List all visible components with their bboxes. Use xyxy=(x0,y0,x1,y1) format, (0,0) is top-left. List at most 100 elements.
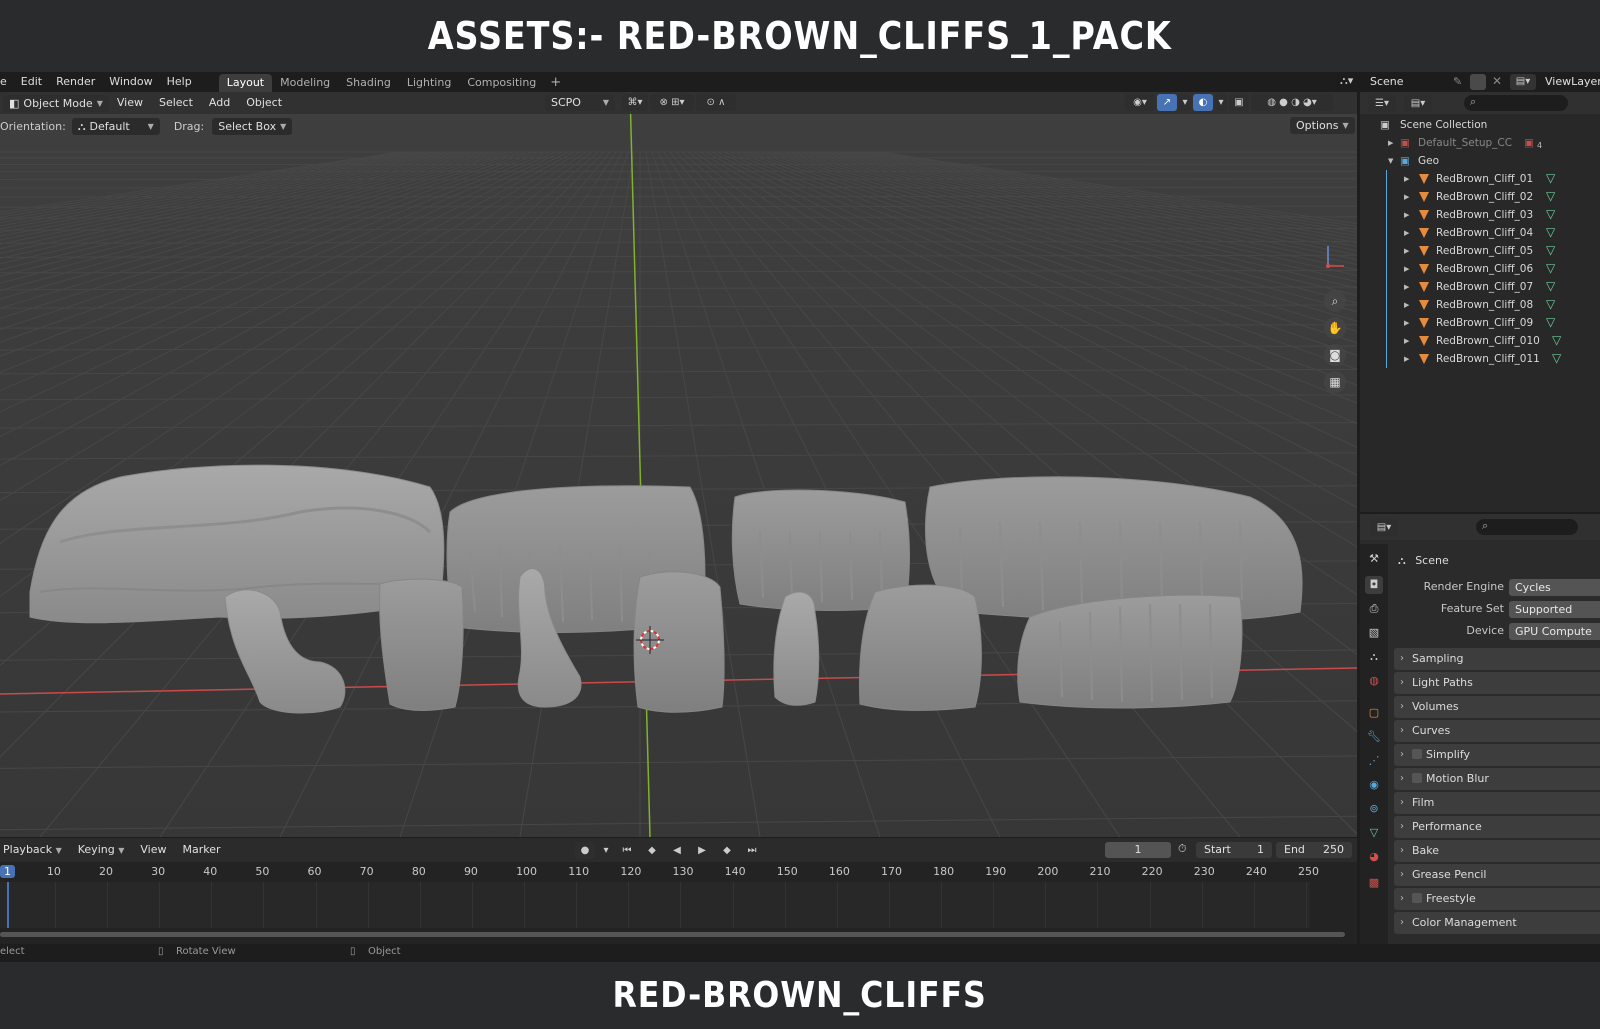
default-setup-collection-row[interactable]: ▶ ▣ Default_Setup_CC ▣ 4 xyxy=(1360,134,1600,152)
viewport-menu-select[interactable]: Select xyxy=(151,92,201,114)
panel-color-management[interactable]: › Color Management xyxy=(1394,912,1600,934)
mesh-data-icon[interactable]: ▽ xyxy=(1546,223,1555,241)
device-dropdown[interactable]: GPU Compute xyxy=(1509,623,1600,640)
outliner-object-row[interactable]: ▶ RedBrown_Cliff_03 ▽ xyxy=(1360,206,1600,224)
current-frame-field[interactable]: 1 xyxy=(1105,842,1171,858)
start-frame-field[interactable]: Start 1 xyxy=(1196,842,1272,858)
outliner-object-row[interactable]: ▶ RedBrown_Cliff_01 ▽ xyxy=(1360,170,1600,188)
tab-lighting[interactable]: Lighting xyxy=(399,74,459,92)
camera-icon[interactable]: ◙ xyxy=(1324,344,1346,366)
panel-bake[interactable]: › Bake xyxy=(1394,840,1600,862)
tab-compositing[interactable]: Compositing xyxy=(459,74,544,92)
mesh-data-icon[interactable]: ▽ xyxy=(1546,205,1555,223)
timeline-marker-menu[interactable]: Marker xyxy=(174,839,228,861)
tool-icon[interactable]: ⚒ xyxy=(1365,550,1383,568)
panel-film[interactable]: › Film xyxy=(1394,792,1600,814)
tab-shading[interactable]: Shading xyxy=(338,74,399,92)
feature-set-dropdown[interactable]: Supported xyxy=(1509,601,1600,618)
record-icon[interactable]: ● xyxy=(575,842,595,859)
object-icon[interactable]: ▢ xyxy=(1365,704,1383,722)
render-engine-dropdown[interactable]: Cycles xyxy=(1509,579,1600,596)
mesh-data-icon[interactable]: ▽ xyxy=(1546,259,1555,277)
timeline-scrollbar[interactable] xyxy=(0,932,1345,937)
pivot-icon[interactable]: ⌘▾ xyxy=(622,94,648,111)
play-reverse-icon[interactable]: ◀ xyxy=(667,842,687,859)
outliner-search-input[interactable]: ⌕ xyxy=(1464,95,1568,111)
visibility-icon[interactable]: ◉▾ xyxy=(1125,94,1155,111)
mesh-data-icon[interactable]: ▽ xyxy=(1546,277,1555,295)
xray-icon[interactable]: ▣ xyxy=(1229,94,1249,111)
mesh-data-icon[interactable]: ▽ xyxy=(1546,187,1555,205)
timeline-playback-menu[interactable]: Playback ▼ xyxy=(0,839,70,862)
panel-simplify[interactable]: › Simplify xyxy=(1394,744,1600,766)
texture-icon[interactable]: ▩ xyxy=(1365,874,1383,892)
timeline-tracks[interactable] xyxy=(0,882,1310,928)
chevron-down-icon[interactable]: ▾ xyxy=(1215,94,1227,111)
physics-icon[interactable]: ◉ xyxy=(1365,776,1383,794)
proportional-edit-icon[interactable]: ⊙ ∧ xyxy=(696,94,736,111)
play-icon[interactable]: ▶ xyxy=(692,842,712,859)
expand-arrow-icon[interactable]: ▶ xyxy=(1404,188,1409,206)
gizmo-icon[interactable]: ↗ xyxy=(1157,94,1177,111)
expand-arrow-icon[interactable]: ▶ xyxy=(1404,314,1409,332)
mode-dropdown[interactable]: ◧ Object Mode ▼ xyxy=(3,94,109,112)
menu-window[interactable]: Window xyxy=(102,72,159,92)
outliner-object-row[interactable]: ▶ RedBrown_Cliff_011 ▽ xyxy=(1360,350,1600,368)
panel-sampling[interactable]: › Sampling xyxy=(1394,648,1600,670)
mesh-data-icon[interactable]: ▽ xyxy=(1365,824,1383,842)
collapse-arrow-icon[interactable]: ▼ xyxy=(1388,152,1393,170)
panel-volumes[interactable]: › Volumes xyxy=(1394,696,1600,718)
menu-render[interactable]: Render xyxy=(49,72,102,92)
timeline-editor[interactable]: Playback ▼ Keying ▼ View Marker ● ▾ ⏮ ◆ … xyxy=(0,838,1357,944)
mesh-data-icon[interactable]: ▽ xyxy=(1546,313,1555,331)
frame-ruler[interactable]: 1 10 20 30 40 50 60 70 80 90 100 110 120 130 140 150 160… xyxy=(0,864,1357,882)
perspective-grid-icon[interactable]: ▦ xyxy=(1324,371,1346,393)
menu-file[interactable]: e xyxy=(0,72,14,92)
timeline-keying-menu[interactable]: Keying ▼ xyxy=(70,839,133,862)
tab-modeling[interactable]: Modeling xyxy=(272,74,338,92)
outliner-object-row[interactable]: ▶ RedBrown_Cliff_010 ▽ xyxy=(1360,332,1600,350)
pin-icon[interactable]: ✎ xyxy=(1453,75,1462,88)
chevron-down-icon[interactable]: ▾ xyxy=(600,842,612,859)
scene-selector[interactable]: Scene xyxy=(1336,73,1466,90)
panel-grease-pencil[interactable]: › Grease Pencil xyxy=(1394,864,1600,886)
outliner-editor-type-icon[interactable]: ☰▾ xyxy=(1368,95,1396,112)
geo-collection-row[interactable]: ▼ ▣ Geo xyxy=(1360,152,1600,170)
panel-motion-blur[interactable]: › Motion Blur xyxy=(1394,768,1600,790)
panel-freestyle[interactable]: › Freestyle xyxy=(1394,888,1600,910)
view-layer-name[interactable]: ViewLayer xyxy=(1545,72,1600,92)
outliner-object-row[interactable]: ▶ RedBrown_Cliff_07 ▽ xyxy=(1360,278,1600,296)
transform-dropdown[interactable]: SCPO ▼ xyxy=(545,94,615,111)
3d-viewport[interactable]: ◧ Object Mode ▼ View Select Add Object S… xyxy=(0,92,1357,837)
chevron-down-icon[interactable]: ▾ xyxy=(1179,94,1191,111)
add-workspace-button[interactable]: + xyxy=(544,74,567,92)
menu-edit[interactable]: Edit xyxy=(14,72,49,92)
outliner-object-row[interactable]: ▶ RedBrown_Cliff_05 ▽ xyxy=(1360,242,1600,260)
mesh-data-icon[interactable]: ▽ xyxy=(1546,241,1555,259)
panel-enable-checkbox[interactable] xyxy=(1412,893,1422,903)
axis-gizmo-icon[interactable] xyxy=(1318,242,1348,272)
viewport-menu-object[interactable]: Object xyxy=(238,92,290,114)
end-frame-field[interactable]: End 250 xyxy=(1276,842,1352,858)
options-dropdown[interactable]: Options ▼ xyxy=(1290,117,1355,134)
expand-arrow-icon[interactable]: ▶ xyxy=(1404,224,1409,242)
jump-end-icon[interactable]: ⏭ xyxy=(742,842,762,859)
modifier-wrench-icon[interactable]: 🔧︎ xyxy=(1365,728,1383,746)
prev-keyframe-icon[interactable]: ◆ xyxy=(642,842,662,859)
mesh-data-icon[interactable]: ▽ xyxy=(1546,295,1555,313)
panel-enable-checkbox[interactable] xyxy=(1412,749,1422,759)
playhead[interactable] xyxy=(7,882,9,928)
snap-icon[interactable]: ⊗ ⊞▾ xyxy=(650,94,694,111)
zoom-icon[interactable]: ⌕ xyxy=(1324,290,1346,312)
overlay-icon[interactable]: ◐ xyxy=(1193,94,1213,111)
outliner-object-row[interactable]: ▶ RedBrown_Cliff_08 ▽ xyxy=(1360,296,1600,314)
expand-arrow-icon[interactable]: ▶ xyxy=(1388,134,1393,152)
expand-arrow-icon[interactable]: ▶ xyxy=(1404,332,1409,350)
viewport-menu-view[interactable]: View xyxy=(109,92,151,114)
particles-icon[interactable]: ⋰ xyxy=(1365,752,1383,770)
outliner-object-row[interactable]: ▶ RedBrown_Cliff_02 ▽ xyxy=(1360,188,1600,206)
expand-arrow-icon[interactable]: ▶ xyxy=(1404,170,1409,188)
menu-help[interactable]: Help xyxy=(160,72,199,92)
display-mode-icon[interactable]: ▤▾ xyxy=(1404,95,1432,112)
scene-icon[interactable]: ⛬ xyxy=(1365,648,1383,666)
